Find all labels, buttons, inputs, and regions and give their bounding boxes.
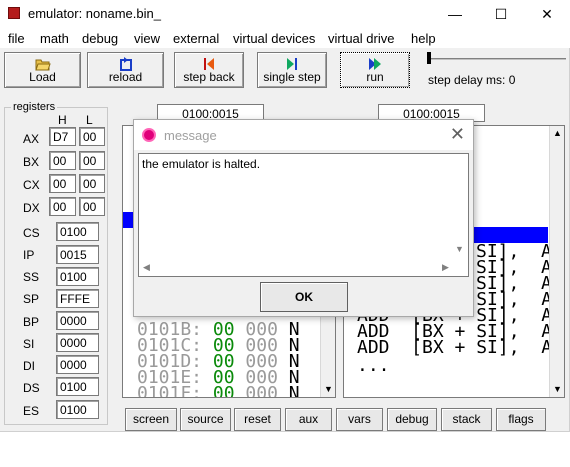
register-name-di: DI: [23, 359, 35, 373]
source-button[interactable]: source: [180, 408, 231, 431]
reload-label: reload: [108, 70, 143, 84]
cx-high-field[interactable]: 00: [49, 174, 76, 193]
maximize-button[interactable]: ☐: [478, 0, 524, 28]
ax-low-field[interactable]: 00: [79, 127, 105, 146]
ax-high-field[interactable]: D7: [49, 127, 76, 146]
message-icon: [142, 128, 156, 142]
title-bar: emulator: noname.bin_ — ☐ ✕: [0, 0, 570, 28]
bx-low-field[interactable]: 00: [79, 151, 105, 170]
screen-button[interactable]: screen: [125, 408, 177, 431]
disassembly-row[interactable]: ...: [357, 357, 390, 375]
minimize-button[interactable]: —: [432, 0, 478, 28]
scroll-down-arrow-icon[interactable]: ▼: [321, 382, 335, 397]
menu-file[interactable]: file: [8, 31, 25, 46]
register-name-sp: SP: [23, 292, 40, 306]
step-delay-label: step delay ms: 0: [428, 73, 516, 87]
dx-high-field[interactable]: 00: [49, 197, 76, 216]
stack-button[interactable]: stack: [441, 408, 492, 431]
register-name-dx: DX: [23, 201, 40, 215]
bx-high-field[interactable]: 00: [49, 151, 76, 170]
register-name-ds: DS: [23, 381, 40, 395]
register-name-bx: BX: [23, 155, 40, 169]
vars-button[interactable]: vars: [336, 408, 383, 431]
message-dialog: message ✕ the emulator is halted. ▼ ◀ ▶ …: [133, 119, 474, 317]
dx-low-field[interactable]: 00: [79, 197, 105, 216]
register-name-si: SI: [23, 337, 35, 351]
run-button[interactable]: run: [340, 52, 410, 88]
register-name-ax: AX: [23, 132, 40, 146]
flags-button[interactable]: flags: [496, 408, 546, 431]
memory-row-dec: 000: [245, 383, 278, 398]
single-step-button[interactable]: single step: [257, 52, 327, 88]
menu-external[interactable]: external: [173, 31, 219, 46]
run-label: run: [366, 70, 384, 84]
es-field[interactable]: 0100: [56, 400, 99, 419]
reload-button[interactable]: reload: [87, 52, 164, 88]
step-back-label: step back: [183, 70, 235, 84]
step-delay-slider-track[interactable]: [428, 58, 566, 60]
dialog-scroll-left-arrow-icon[interactable]: ◀: [143, 262, 150, 273]
window-title: emulator: noname.bin_: [28, 6, 161, 21]
reset-button[interactable]: reset: [234, 408, 281, 431]
menu-debug[interactable]: debug: [82, 31, 118, 46]
emulator-app-icon: [8, 7, 20, 19]
menu-math[interactable]: math: [40, 31, 69, 46]
di-field[interactable]: 0000: [56, 355, 99, 374]
aux-button[interactable]: aux: [285, 408, 332, 431]
dialog-title: message: [164, 128, 217, 143]
disassembly-scrollbar[interactable]: ▲ ▼: [549, 126, 564, 397]
low-byte-header: L: [86, 113, 93, 127]
menu-help[interactable]: help: [411, 31, 436, 46]
ok-button[interactable]: OK: [260, 282, 348, 312]
dialog-scroll-right-arrow-icon[interactable]: ▶: [442, 262, 449, 273]
menu-virtual-devices[interactable]: virtual devices: [233, 31, 315, 46]
ds-field[interactable]: 0100: [56, 377, 99, 396]
memory-row[interactable]: 0101F: 00 000 N: [137, 383, 300, 398]
scroll-up-arrow-icon[interactable]: ▲: [550, 126, 564, 141]
ip-field[interactable]: 0015: [56, 245, 99, 264]
register-name-cs: CS: [23, 226, 40, 240]
memory-row-address: 0101F:: [137, 383, 203, 398]
register-name-cx: CX: [23, 178, 40, 192]
scroll-down-arrow-icon[interactable]: ▼: [550, 382, 564, 397]
cs-field[interactable]: 0100: [56, 222, 99, 241]
step-delay-slider-thumb[interactable]: [427, 52, 431, 64]
close-button[interactable]: ✕: [524, 0, 570, 28]
dialog-scroll-down-arrow-icon[interactable]: ▼: [455, 244, 464, 254]
register-name-ss: SS: [23, 270, 40, 284]
dialog-title-bar: message ✕: [134, 120, 473, 150]
step-back-button[interactable]: step back: [174, 52, 244, 88]
debug-button[interactable]: debug: [387, 408, 437, 431]
high-byte-header: H: [58, 113, 67, 127]
sp-field[interactable]: FFFE: [56, 289, 99, 308]
memory-row-hex: 00: [212, 383, 235, 398]
dialog-close-button[interactable]: ✕: [450, 124, 465, 145]
menu-virtual-drive[interactable]: virtual drive: [328, 31, 394, 46]
register-name-es: ES: [23, 404, 40, 418]
dialog-message-area[interactable]: the emulator is halted. ▼ ◀ ▶: [138, 153, 469, 277]
load-label: Load: [29, 70, 56, 84]
register-name-ip: IP: [23, 248, 35, 262]
disassembly-row[interactable]: ADD [BX + SI], A: [357, 339, 552, 357]
single-step-label: single step: [263, 70, 321, 84]
dialog-message: the emulator is halted.: [142, 157, 261, 171]
si-field[interactable]: 0000: [56, 333, 99, 352]
menu-view[interactable]: view: [134, 31, 160, 46]
memory-row-char: N: [288, 383, 300, 398]
registers-group-label: registers: [11, 101, 58, 113]
bp-field[interactable]: 0000: [56, 311, 99, 330]
menu-bar: file math debug view external virtual de…: [0, 28, 570, 48]
register-name-bp: BP: [23, 315, 40, 329]
load-button[interactable]: Load: [4, 52, 81, 88]
cx-low-field[interactable]: 00: [79, 174, 105, 193]
ss-field[interactable]: 0100: [56, 267, 99, 286]
